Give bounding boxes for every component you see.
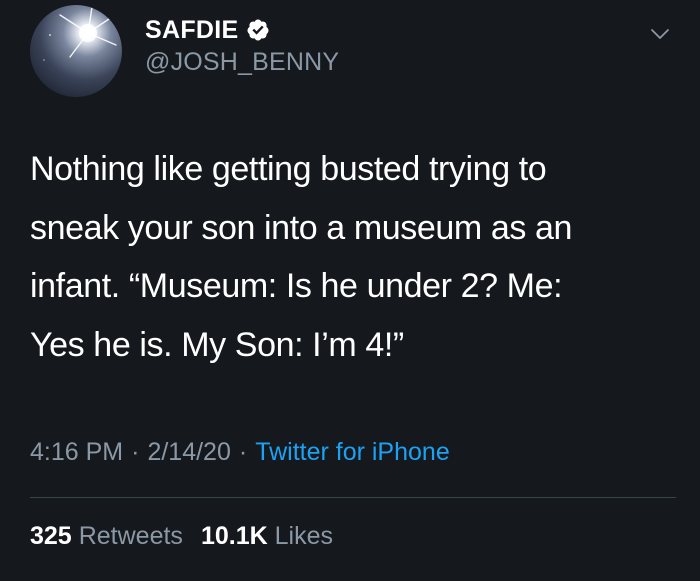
tweet-source-link[interactable]: Twitter for iPhone	[255, 438, 450, 467]
chevron-down-icon[interactable]	[648, 22, 672, 46]
tweet-text-line: Nothing like getting busted trying to	[30, 150, 547, 188]
tweet-meta: 4:16 PM · 2/14/20 · Twitter for iPhone	[30, 438, 450, 467]
author-name-row[interactable]: SAFDIE	[145, 12, 270, 48]
tweet-time[interactable]: 4:16 PM	[30, 438, 123, 467]
tweet-text: Nothing like getting busted trying to sn…	[30, 140, 680, 374]
display-name[interactable]: SAFDIE	[145, 16, 238, 45]
likes-label: Likes	[274, 522, 334, 550]
retweets-count: 325	[30, 522, 72, 550]
tweet-text-line: infant. “Museum: Is he under 2? Me:	[30, 267, 563, 305]
retweets-label: Retweets	[78, 522, 183, 550]
tweet-date[interactable]: 2/14/20	[147, 438, 230, 467]
avatar[interactable]	[30, 5, 122, 97]
likes-count: 10.1K	[200, 522, 268, 550]
verified-badge-icon	[247, 19, 269, 41]
tweet-stats: 325 Retweets 10.1K Likes	[30, 522, 333, 551]
likes-stat[interactable]: 10.1K Likes	[201, 522, 333, 551]
tweet-text-line: sneak your son into a museum as an	[30, 208, 573, 247]
tweet-text-line: Yes he is. My Son: I’m 4!”	[30, 325, 404, 364]
divider	[30, 497, 676, 498]
meta-separator: ·	[131, 438, 140, 466]
author-handle[interactable]: @JOSH_BENNY	[145, 48, 339, 77]
avatar-image	[43, 6, 119, 61]
meta-separator: ·	[238, 438, 248, 466]
retweets-stat[interactable]: 325 Retweets	[30, 522, 183, 551]
